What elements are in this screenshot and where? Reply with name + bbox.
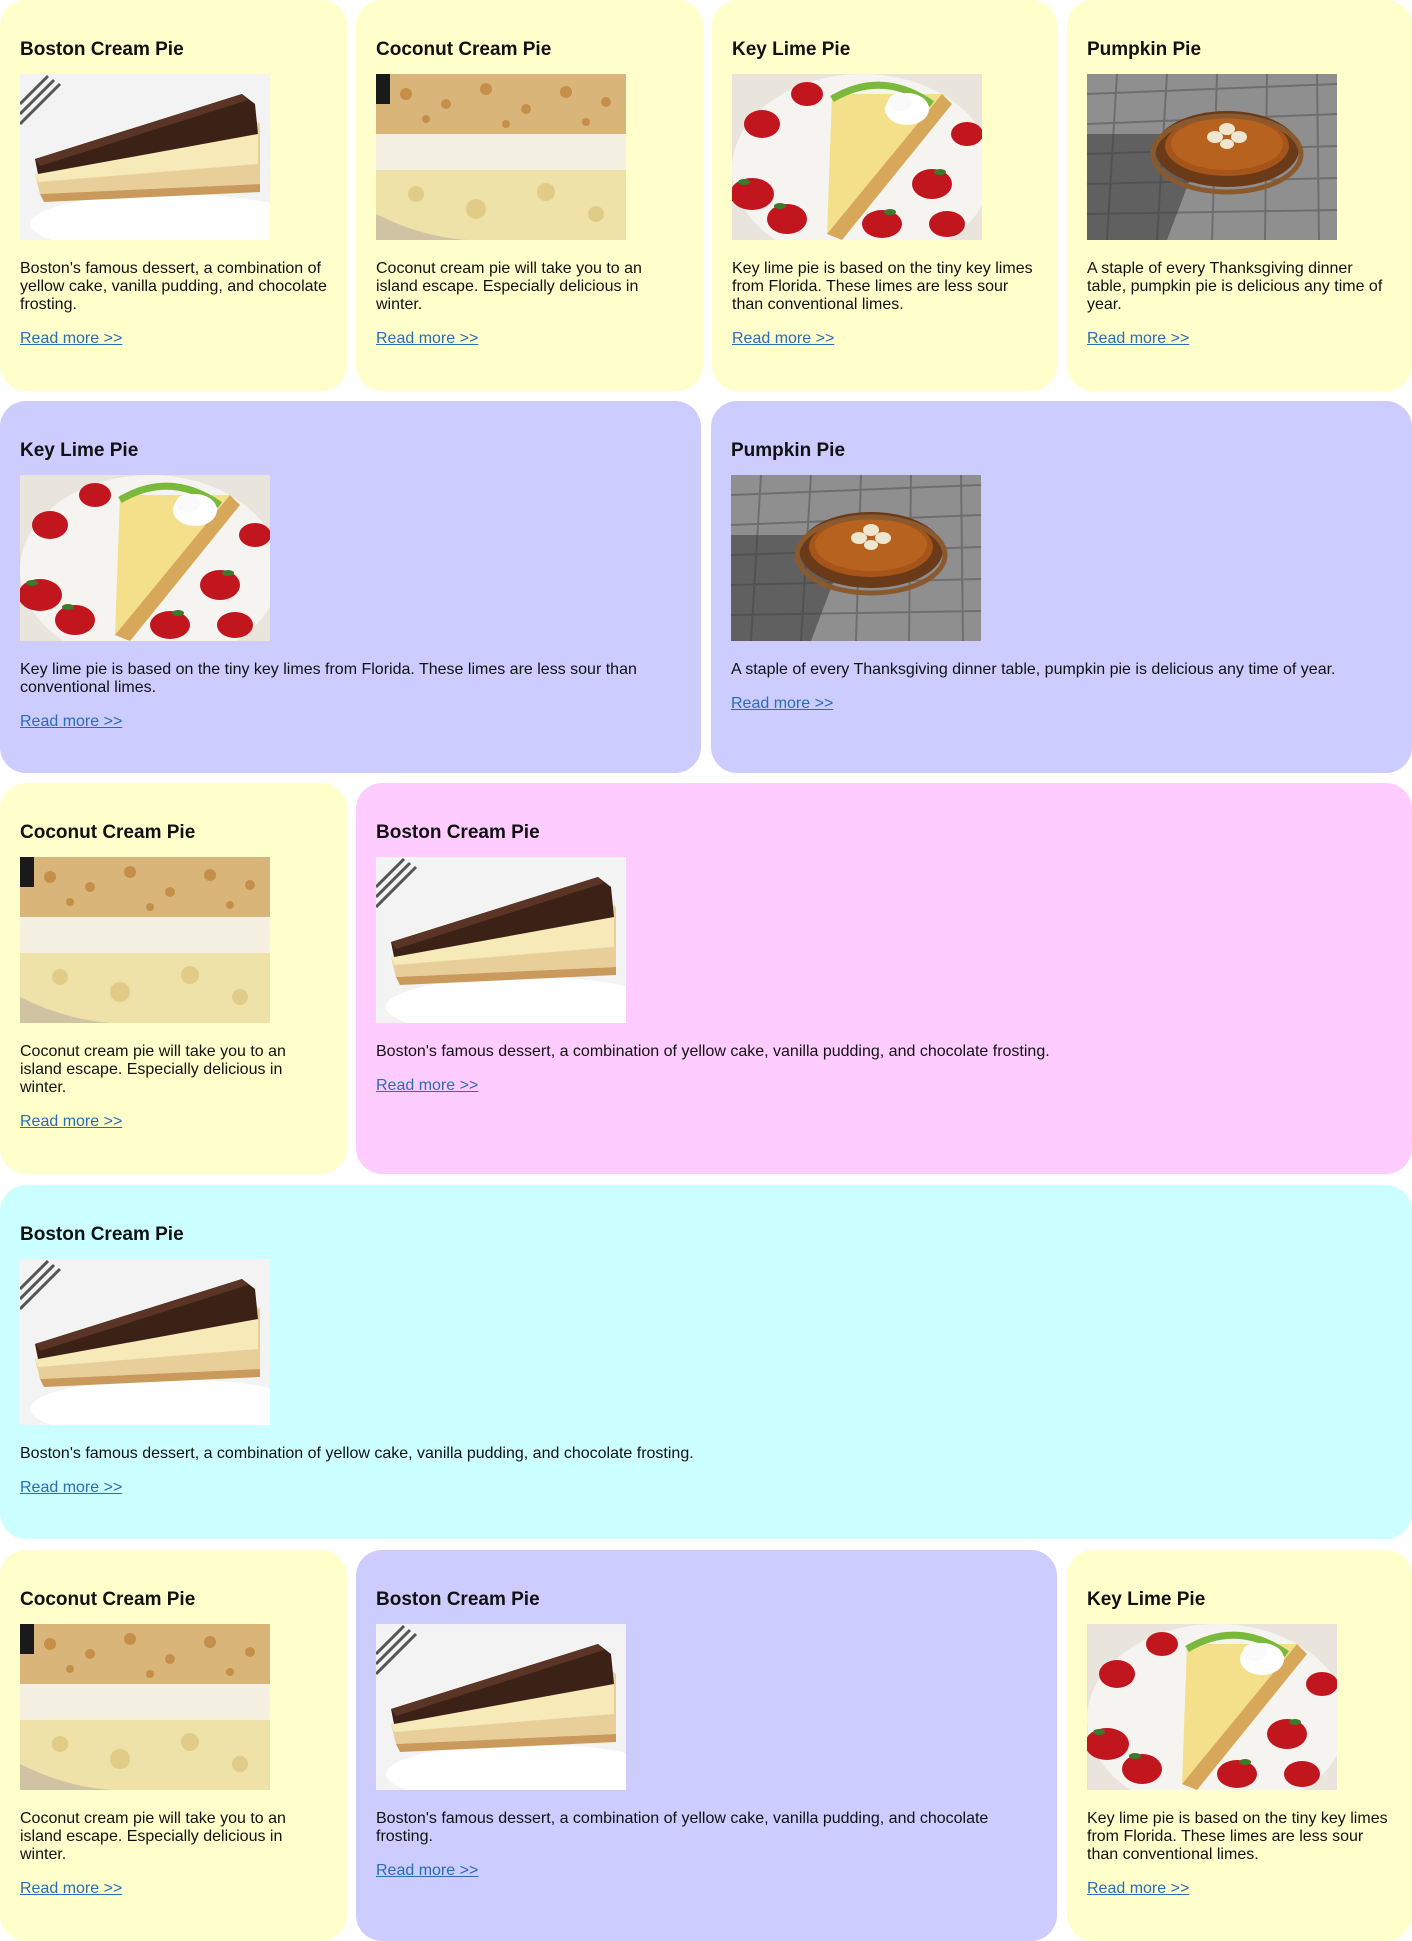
read-more-link[interactable]: Read more >> [20,1113,122,1131]
read-more-link[interactable]: Read more >> [732,330,834,348]
coconut-cream-pie-photo [20,1624,270,1790]
boston-cream-pie-photo [376,1624,626,1790]
card-description: Boston's famous dessert, a combination o… [376,1810,989,1845]
pie-card: Pumpkin Pie A staple of every Thanksgivi… [711,401,1412,773]
boston-cream-pie-photo [376,857,626,1023]
read-more-link[interactable]: Read more >> [1087,330,1189,348]
card-title: Key Lime Pie [1087,1589,1206,1610]
card-description: Coconut cream pie will take you to an is… [20,1810,286,1863]
card-description: Key lime pie is based on the tiny key li… [1087,1810,1388,1863]
card-description: Boston's famous dessert, a combination o… [20,260,327,313]
pie-card: Boston Cream Pie Boston's famous dessert… [356,783,1412,1174]
pie-card: Key Lime Pie Key lime pie is based on th… [0,401,701,773]
pumpkin-pie-photo [1087,74,1337,240]
card-description: Boston's famous dessert, a combination o… [20,1445,694,1462]
card-description: Coconut cream pie will take you to an is… [20,1043,286,1096]
boston-cream-pie-photo [20,1259,270,1425]
card-title: Boston Cream Pie [20,1224,184,1245]
card-title: Coconut Cream Pie [20,822,196,843]
card-title: Pumpkin Pie [731,440,846,461]
read-more-link[interactable]: Read more >> [20,1479,122,1497]
card-title: Boston Cream Pie [376,1589,540,1610]
card-title: Boston Cream Pie [20,39,184,60]
card-title: Key Lime Pie [20,440,139,461]
card-description: A staple of every Thanksgiving dinner ta… [731,661,1336,678]
pumpkin-pie-photo [731,475,981,641]
boston-cream-pie-photo [20,74,270,240]
coconut-cream-pie-photo [20,857,270,1023]
pie-card: Boston Cream Pie Boston's famous dessert… [0,1185,1412,1539]
read-more-link[interactable]: Read more >> [20,713,122,731]
pie-card: Coconut Cream Pie Coconut cream pie will… [356,0,703,391]
card-description: A staple of every Thanksgiving dinner ta… [1087,260,1383,313]
pie-card: Coconut Cream Pie Coconut cream pie will… [0,783,347,1174]
card-description: Boston's famous dessert, a combination o… [376,1043,1050,1060]
read-more-link[interactable]: Read more >> [20,330,122,348]
card-title: Boston Cream Pie [376,822,540,843]
card-description: Key lime pie is based on the tiny key li… [732,260,1033,313]
card-title: Key Lime Pie [732,39,851,60]
read-more-link[interactable]: Read more >> [731,695,833,713]
card-description: Key lime pie is based on the tiny key li… [20,661,637,696]
key-lime-pie-photo [20,475,270,641]
card-title: Coconut Cream Pie [376,39,552,60]
card-description: Coconut cream pie will take you to an is… [376,260,642,313]
coconut-cream-pie-photo [376,74,626,240]
key-lime-pie-photo [1087,1624,1337,1790]
pie-card: Key Lime Pie Key lime pie is based on th… [712,0,1057,391]
read-more-link[interactable]: Read more >> [1087,1880,1189,1898]
read-more-link[interactable]: Read more >> [376,1077,478,1095]
read-more-link[interactable]: Read more >> [20,1880,122,1898]
card-title: Coconut Cream Pie [20,1589,196,1610]
read-more-link[interactable]: Read more >> [376,1862,478,1880]
pie-card: Key Lime Pie Key lime pie is based on th… [1067,1550,1412,1941]
card-title: Pumpkin Pie [1087,39,1202,60]
read-more-link[interactable]: Read more >> [376,330,478,348]
pie-card: Pumpkin Pie A staple of every Thanksgivi… [1067,0,1412,391]
key-lime-pie-photo [732,74,982,240]
pie-card: Boston Cream Pie Boston's famous dessert… [356,1550,1057,1941]
pie-card: Boston Cream Pie Boston's famous dessert… [0,0,347,391]
pie-card: Coconut Cream Pie Coconut cream pie will… [0,1550,347,1941]
